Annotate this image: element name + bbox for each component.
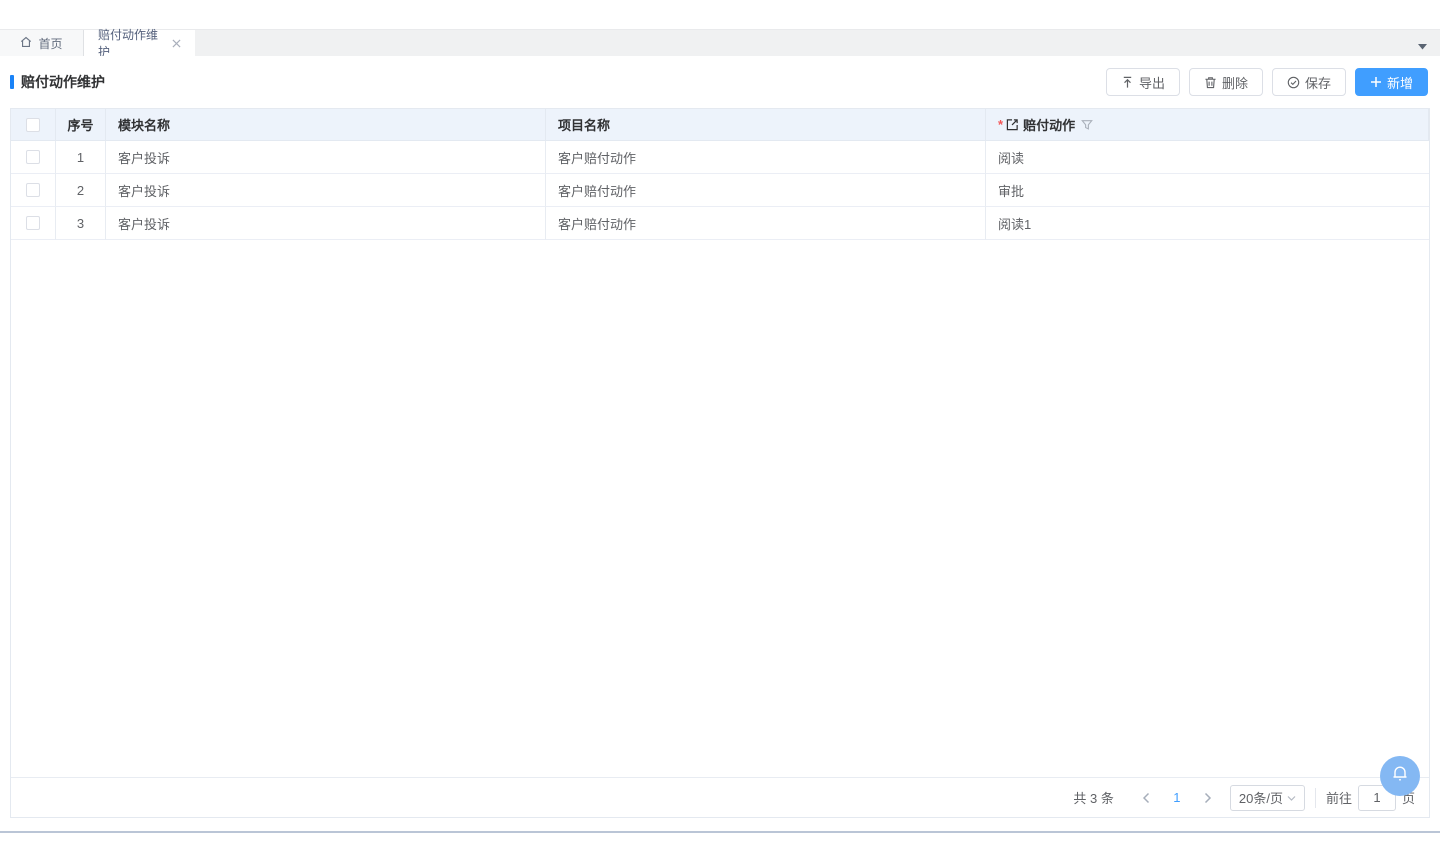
- header-action: * 赔付动作: [986, 109, 1429, 141]
- filter-icon[interactable]: [1081, 119, 1093, 131]
- row-checkbox[interactable]: [26, 150, 40, 164]
- pagination-total: 共 3 条: [1073, 788, 1113, 807]
- row-checkbox[interactable]: [26, 216, 40, 230]
- page-header: 赔付动作维护 导出 删除: [0, 56, 1440, 108]
- page-title: 赔付动作维护: [10, 72, 105, 92]
- page-bottom-divider: [0, 831, 1440, 833]
- table-empty-space: [11, 240, 1429, 777]
- cell-index: 3: [56, 207, 106, 240]
- app-window: 首页 赔付动作维护 赔付动作维护: [0, 0, 1440, 860]
- cell-module: 客户投诉: [106, 174, 546, 207]
- header-module: 模块名称: [106, 109, 546, 141]
- tab-home-label: 首页: [38, 35, 62, 52]
- tab-current-label: 赔付动作维护: [98, 26, 166, 60]
- cell-project: 客户赔付动作: [546, 141, 986, 174]
- cell-index: 2: [56, 174, 106, 207]
- table-header-row: 序号 模块名称 项目名称 * 赔付动作: [11, 109, 1429, 141]
- select-all-checkbox[interactable]: [26, 118, 40, 132]
- table-row[interactable]: 1 客户投诉 客户赔付动作 阅读: [11, 141, 1429, 174]
- close-icon[interactable]: [172, 39, 181, 48]
- bell-icon: [1391, 764, 1409, 788]
- table-row[interactable]: 3 客户投诉 客户赔付动作 阅读1: [11, 207, 1429, 240]
- export-button[interactable]: 导出: [1106, 68, 1180, 96]
- notification-bell-button[interactable]: [1380, 756, 1420, 796]
- header-index: 序号: [56, 109, 106, 141]
- required-mark: *: [998, 117, 1003, 132]
- page-size-select[interactable]: 20条/页: [1230, 785, 1305, 811]
- edit-square-icon: [1006, 118, 1019, 131]
- tabs-dropdown-caret-icon[interactable]: [1417, 38, 1428, 56]
- goto-label: 前往: [1326, 788, 1352, 807]
- add-button[interactable]: 新增: [1355, 68, 1428, 96]
- export-icon: [1121, 76, 1134, 89]
- title-accent-bar: [10, 75, 14, 89]
- data-table: 序号 模块名称 项目名称 * 赔付动作 1: [10, 108, 1430, 818]
- delete-button[interactable]: 删除: [1189, 68, 1263, 96]
- header-checkbox-cell: [11, 109, 56, 141]
- chevron-down-icon: [1287, 790, 1296, 805]
- header-project: 项目名称: [546, 109, 986, 141]
- cell-project: 客户赔付动作: [546, 174, 986, 207]
- cell-action[interactable]: 阅读: [986, 141, 1429, 174]
- save-button[interactable]: 保存: [1272, 68, 1346, 96]
- home-icon: [20, 36, 32, 51]
- cell-module: 客户投诉: [106, 141, 546, 174]
- cell-index: 1: [56, 141, 106, 174]
- trash-icon: [1204, 76, 1217, 89]
- page-number-1[interactable]: 1: [1160, 790, 1194, 805]
- next-page-icon[interactable]: [1194, 784, 1222, 812]
- pagination-bar: 共 3 条 1 20条/页: [11, 777, 1429, 817]
- tab-bar: 首页 赔付动作维护: [0, 29, 1440, 56]
- cell-action[interactable]: 审批: [986, 174, 1429, 207]
- prev-page-icon[interactable]: [1132, 784, 1160, 812]
- pagination-divider: [1315, 788, 1316, 808]
- cell-module: 客户投诉: [106, 207, 546, 240]
- row-checkbox[interactable]: [26, 183, 40, 197]
- table-row[interactable]: 2 客户投诉 客户赔付动作 审批: [11, 174, 1429, 207]
- tab-home[interactable]: 首页: [0, 30, 84, 56]
- toolbar: 导出 删除 保存: [1106, 68, 1428, 96]
- tab-current[interactable]: 赔付动作维护: [84, 30, 195, 56]
- cell-action[interactable]: 阅读1: [986, 207, 1429, 240]
- cell-project: 客户赔付动作: [546, 207, 986, 240]
- plus-icon: [1370, 76, 1382, 88]
- check-circle-icon: [1287, 76, 1300, 89]
